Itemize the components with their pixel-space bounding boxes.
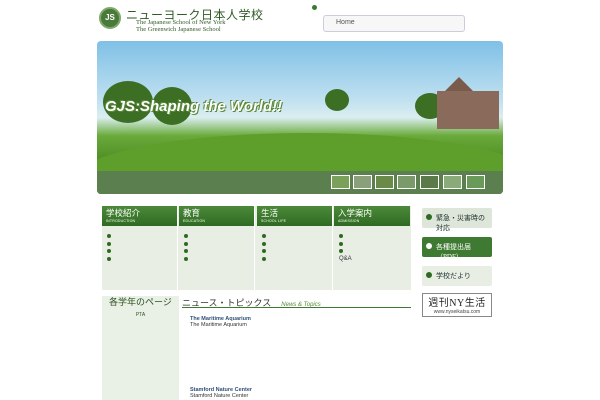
bullet-icon <box>339 241 343 246</box>
grade-pages-panel: 各学年のページ PTA <box>102 296 179 400</box>
weekly-ny-banner[interactable]: 週刊NY生活 www.nyseikatsu.com <box>422 293 492 317</box>
bullet-icon <box>184 257 188 262</box>
thumbnail-bar <box>97 171 503 194</box>
news-item-sub: The Maritime Aquarium <box>190 322 247 328</box>
bullet-icon <box>107 257 111 262</box>
emergency-label: 緊急・災害時の対応 <box>436 214 485 232</box>
nav-label-jp: 教育 <box>183 208 201 218</box>
tree-image <box>325 89 349 111</box>
nav-school-life[interactable]: 生活 SCHOOL LIFE <box>257 206 333 290</box>
nav-header[interactable]: 学校紹介 INTRODUCTION <box>102 206 177 226</box>
nav-item[interactable] <box>262 240 332 248</box>
nav-admission[interactable]: 入学案内 ADMISSION Q&A <box>334 206 410 290</box>
nav-item[interactable] <box>262 232 332 240</box>
bullet-icon <box>426 243 432 249</box>
weekly-url: www.nyseikatsu.com <box>433 309 481 315</box>
thumbnail[interactable] <box>331 175 350 189</box>
newsletter-button[interactable]: 学校だより <box>422 266 492 286</box>
page: JS ニューヨーク日本人学校 The Japanese School of Ne… <box>0 0 600 400</box>
thumbnail[interactable] <box>375 175 394 189</box>
bullet-icon <box>339 233 343 238</box>
nav-item[interactable] <box>262 255 332 263</box>
nav-item[interactable] <box>107 240 177 248</box>
nav-item-label: Q&A <box>339 256 352 263</box>
thumbnail[interactable] <box>443 175 462 189</box>
grade-title: 各学年のページ <box>109 297 172 307</box>
nav-label-jp: 入学案内 <box>338 208 373 218</box>
nav-introduction[interactable]: 学校紹介 INTRODUCTION <box>102 206 178 290</box>
nav-item[interactable] <box>184 232 254 240</box>
bullet-icon <box>426 272 432 278</box>
nav-education[interactable]: 教育 EDUCATION <box>179 206 255 290</box>
forms-pdf-button[interactable]: 各種提出届（PDF） <box>422 237 492 261</box>
bullet-icon <box>262 257 266 262</box>
hero-banner: GJS:Shaping the World!! <box>97 41 503 194</box>
nav-item[interactable] <box>339 240 410 248</box>
news-item-sub: Stamford Nature Center <box>190 393 249 399</box>
bullet-icon <box>339 249 343 254</box>
bullet-icon <box>262 233 266 238</box>
nav-item[interactable] <box>107 255 177 263</box>
nav-label-en: EDUCATION <box>183 219 206 223</box>
hero-title: GJS:Shaping the World!! <box>105 98 283 115</box>
nav-item[interactable]: Q&A <box>339 255 410 263</box>
nav-label-jp: 学校紹介 <box>106 208 141 218</box>
nav-header[interactable]: 生活 SCHOOL LIFE <box>257 206 332 226</box>
school-logo[interactable]: JS <box>99 7 121 29</box>
news-heading: ニュース・トピックス News & Topics <box>182 296 411 308</box>
bullet-icon <box>107 241 111 246</box>
bullet-icon <box>107 249 111 254</box>
thumbnail[interactable] <box>466 175 485 189</box>
nav-item[interactable] <box>339 248 410 256</box>
nav-item[interactable] <box>262 248 332 256</box>
news-item[interactable]: The Maritime Aquarium The Maritime Aquar… <box>190 316 251 328</box>
bullet-icon <box>262 241 266 246</box>
bullet-icon <box>184 233 188 238</box>
school-building-image <box>437 77 499 129</box>
bullet-icon <box>184 241 188 246</box>
bullet-icon <box>262 249 266 254</box>
news-item[interactable]: Stamford Nature Center Stamford Nature C… <box>190 387 252 399</box>
forms-label: 各種提出届（PDF） <box>436 243 471 261</box>
nav-header[interactable]: 教育 EDUCATION <box>179 206 254 226</box>
nav-item[interactable] <box>184 255 254 263</box>
emergency-button[interactable]: 緊急・災害時の対応 <box>422 208 492 232</box>
nav-label-en: ADMISSION <box>338 219 360 223</box>
main-nav: 学校紹介 INTRODUCTION 教育 EDUCATION 生活 SCHOOL… <box>102 206 411 290</box>
thumbnail[interactable] <box>397 175 416 189</box>
nav-item[interactable] <box>107 248 177 256</box>
logo-text: JS <box>105 13 115 22</box>
thumbnail[interactable] <box>420 175 439 189</box>
school-name-en-1: The Japanese School of New York <box>136 19 226 26</box>
nav-item[interactable] <box>107 232 177 240</box>
nav-item[interactable] <box>339 232 410 240</box>
news-title: ニュース・トピックス <box>182 298 272 308</box>
nav-label-en: INTRODUCTION <box>106 219 136 223</box>
thumbnail[interactable] <box>353 175 372 189</box>
nav-header[interactable]: 入学案内 ADMISSION <box>334 206 410 226</box>
header-bullet-icon <box>312 5 317 10</box>
home-tab[interactable]: Home <box>323 15 465 32</box>
bullet-icon <box>426 214 432 220</box>
nav-label-en: SCHOOL LIFE <box>261 219 287 223</box>
news-title-en: News & Topics <box>281 302 321 308</box>
nav-item[interactable] <box>184 240 254 248</box>
newsletter-label: 学校だより <box>436 272 471 280</box>
nav-label-jp: 生活 <box>261 208 279 218</box>
bullet-icon <box>184 249 188 254</box>
pta-link[interactable]: PTA <box>102 312 179 318</box>
school-name-en-2: The Greenwich Japanese School <box>136 26 221 33</box>
nav-item[interactable] <box>184 248 254 256</box>
bullet-icon <box>107 233 111 238</box>
weekly-title: 週刊NY生活 <box>428 298 486 309</box>
